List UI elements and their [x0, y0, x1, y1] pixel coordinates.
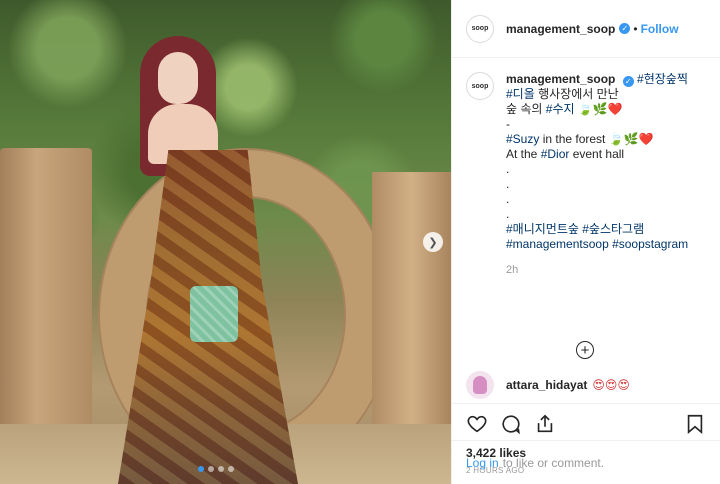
- chevron-right-icon[interactable]: ❯: [423, 232, 443, 252]
- caption-line: .: [506, 177, 510, 191]
- carousel-dot: [228, 466, 234, 472]
- caption-line: 숲 속의 #수지 🍃🌿❤️: [506, 102, 623, 116]
- post-photo[interactable]: ❯: [0, 0, 451, 484]
- comment-text: 😍😍😍: [592, 377, 630, 392]
- hashtag-link[interactable]: #Dior: [541, 147, 570, 161]
- person-face: [158, 52, 198, 104]
- share-icon[interactable]: [532, 411, 558, 437]
- verified-badge-icon: ✓: [622, 76, 634, 87]
- caption-line: .: [506, 192, 510, 206]
- login-link[interactable]: Log in: [466, 456, 499, 470]
- caption-username[interactable]: management_soop: [506, 72, 615, 86]
- avatar-logo-text: soop: [471, 25, 489, 32]
- heart-icon[interactable]: [464, 411, 490, 437]
- caption-line: .: [506, 207, 510, 221]
- hashtag-line[interactable]: #매니지먼트숲 #숲스타그램: [506, 222, 706, 237]
- caption-text: management_soop ✓ #현장숲찍 #디올 행사장에서 만난 숲 속…: [506, 72, 706, 252]
- hashtag-link[interactable]: #현장숲찍: [637, 72, 688, 86]
- caption-line: #디올 행사장에서 만난: [506, 87, 619, 101]
- account-username[interactable]: management_soop: [506, 22, 615, 36]
- caption-line: At the #Dior event hall: [506, 147, 625, 161]
- comment-icon[interactable]: [498, 411, 524, 437]
- avatar-logo-text: soop: [471, 82, 489, 90]
- comment-row: attara_hidayat 😍😍😍: [452, 366, 720, 404]
- action-bar: [452, 404, 720, 444]
- caption-row: soop management_soop ✓ #현장숲찍 #디올 행사장에서 만…: [466, 72, 706, 252]
- carousel-dot: [218, 466, 224, 472]
- verified-badge-icon: ✓: [619, 23, 631, 34]
- carousel-dot: [198, 466, 204, 472]
- hashtag-link[interactable]: #Suzy: [506, 132, 539, 146]
- post-side-panel: soop management_soop ✓ • Follow soop man…: [451, 0, 720, 484]
- commenter-avatar[interactable]: [466, 370, 494, 399]
- comment-username[interactable]: attara_hidayat: [506, 378, 587, 392]
- account-avatar[interactable]: soop: [466, 14, 494, 43]
- bookmark-icon[interactable]: [682, 411, 708, 437]
- carousel-dots: [198, 466, 234, 472]
- carousel-dot: [208, 466, 214, 472]
- caption-line: .: [506, 162, 510, 176]
- caption-avatar[interactable]: soop: [466, 72, 494, 100]
- login-prompt: Log in to like or comment.: [452, 440, 720, 484]
- follow-button[interactable]: Follow: [641, 22, 679, 36]
- green-handbag: [190, 286, 238, 342]
- hashtag-link[interactable]: #디올: [506, 87, 535, 101]
- caption-line: -: [506, 117, 510, 131]
- caption-line: #Suzy in the forest 🍃🌿❤️: [506, 132, 654, 146]
- comments-area: soop management_soop ✓ #현장숲찍 #디올 행사장에서 만…: [452, 58, 720, 366]
- hashtag-line[interactable]: #managementsoop #soopstagram: [506, 237, 706, 252]
- caption-time: 2h: [506, 264, 519, 276]
- separator-dot: •: [633, 21, 638, 36]
- plus-circle-icon[interactable]: +: [576, 341, 594, 359]
- login-prompt-text: to like or comment.: [502, 455, 605, 470]
- caption-line: management_soop ✓ #현장숲찍: [506, 72, 706, 87]
- hashtag-link[interactable]: #수지: [546, 102, 575, 116]
- post-header: soop management_soop ✓ • Follow: [452, 0, 720, 58]
